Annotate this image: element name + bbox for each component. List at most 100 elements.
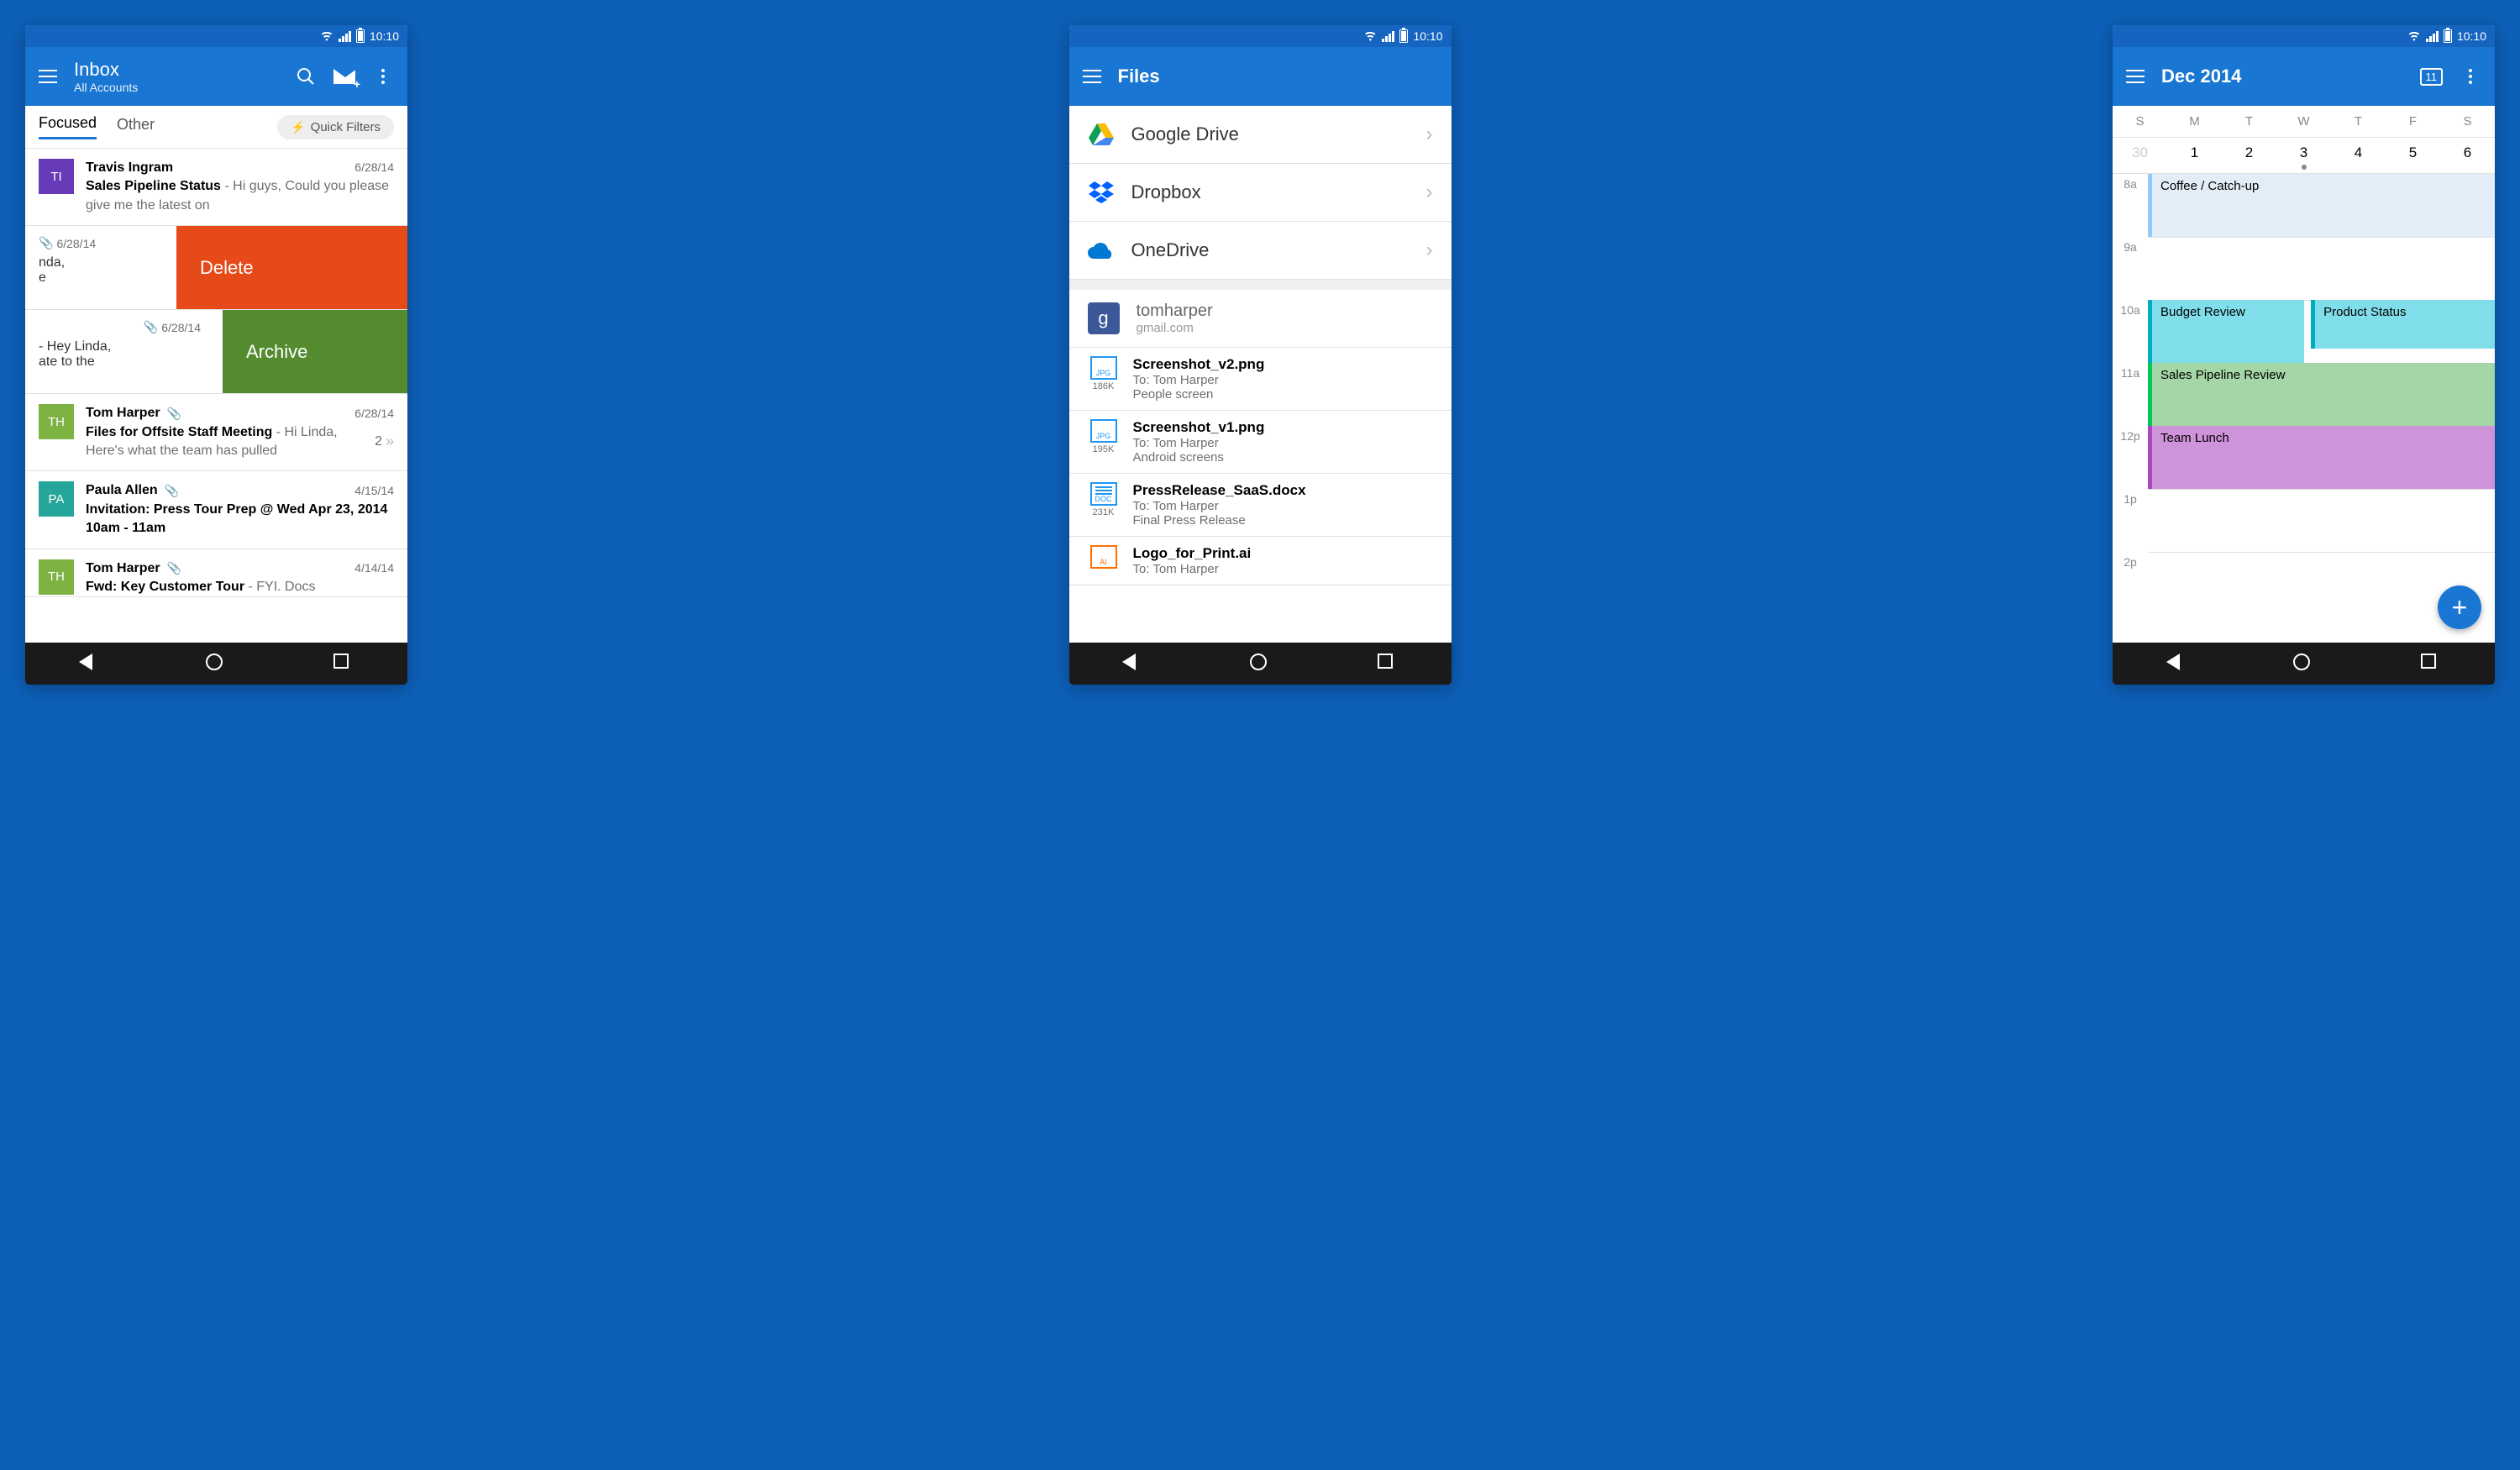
back-button[interactable] (1122, 654, 1142, 674)
home-button[interactable] (2293, 654, 2313, 674)
file-item[interactable]: JPG195K Screenshot_v1.pngTo: Tom HarperA… (1069, 411, 1452, 474)
service-dropbox[interactable]: Dropbox› (1069, 164, 1452, 222)
email-from: Tom Harper (86, 559, 160, 578)
home-button[interactable] (1250, 654, 1270, 674)
onedrive-icon (1088, 237, 1115, 264)
file-size: 186K (1093, 381, 1115, 391)
jpg-icon: JPG (1090, 356, 1117, 380)
email-subject: Files for Offsite Staff Meeting (86, 425, 272, 439)
recent-button[interactable] (333, 654, 354, 674)
home-button[interactable] (206, 654, 226, 674)
file-to: To: Tom Harper (1133, 436, 1265, 450)
week-row[interactable]: 30 1 2 3 4 5 6 (2113, 138, 2495, 174)
email-item[interactable]: TI Travis Ingram6/28/14 Sales Pipeline S… (25, 149, 407, 226)
compose-icon[interactable]: + (333, 66, 355, 87)
email-item[interactable]: TH Tom Harper📎6/28/14 Files for Offsite … (25, 394, 407, 471)
attachment-icon: 📎 (39, 236, 53, 250)
delete-action[interactable]: Delete (176, 226, 407, 309)
avatar: TI (39, 159, 74, 194)
date-cell[interactable]: 6 (2440, 144, 2495, 161)
calendar-event[interactable]: Product Status (2311, 300, 2495, 349)
service-onedrive[interactable]: OneDrive› (1069, 222, 1452, 280)
menu-icon[interactable] (39, 70, 57, 83)
hour-label: 2p (2113, 552, 2148, 615)
status-time: 10:10 (370, 29, 399, 43)
overflow-icon[interactable] (372, 66, 394, 87)
file-desc: Final Press Release (1133, 513, 1306, 528)
jpg-icon: JPG (1090, 419, 1117, 443)
attachment-icon: 📎 (167, 560, 181, 577)
email-list[interactable]: TI Travis Ingram6/28/14 Sales Pipeline S… (25, 149, 407, 643)
email-date: 6/28/14 (56, 237, 96, 250)
calendar-event[interactable]: Team Lunch (2148, 426, 2495, 489)
date-cell[interactable]: 2 (2222, 144, 2276, 161)
email-from: Paula Allen (86, 481, 158, 500)
email-preview: - FYI. Docs (244, 580, 315, 594)
hour-label: 9a (2113, 237, 2148, 300)
page-title: Files (1118, 66, 1438, 87)
battery-icon (2444, 29, 2452, 43)
today-badge[interactable]: 11 (2420, 68, 2444, 86)
file-item[interactable]: AI Logo_for_Print.aiTo: Tom Harper (1069, 537, 1452, 585)
email-date: 6/28/14 (354, 160, 394, 176)
attachment-icon: 📎 (167, 406, 181, 423)
app-bar: Inbox All Accounts + (25, 47, 407, 106)
status-bar: 10:10 (2113, 25, 2495, 47)
page-subtitle: All Accounts (74, 81, 278, 94)
email-item-swiped[interactable]: 📎6/28/14 - Hey Linda, ate to the Archive (25, 310, 407, 394)
archive-action[interactable]: Archive (223, 310, 407, 393)
email-item-swiped[interactable]: 📎6/28/14 nda, e Delete (25, 226, 407, 310)
files-list[interactable]: Google Drive› Dropbox› OneDrive› g tomha… (1069, 106, 1452, 643)
menu-icon[interactable] (2126, 70, 2145, 83)
calendar-event[interactable]: Sales Pipeline Review (2148, 363, 2495, 426)
ai-icon: AI (1090, 545, 1117, 569)
tab-row: Focused Other Quick Filters (25, 106, 407, 149)
menu-icon[interactable] (1083, 70, 1101, 83)
page-title: Dec 2014 (2161, 66, 2403, 87)
day-view[interactable]: 8a9a10a11a12p1p2p Coffee / Catch-upBudge… (2113, 174, 2495, 643)
doc-icon: DOC (1090, 482, 1117, 506)
status-time: 10:10 (1413, 29, 1442, 43)
service-google-drive[interactable]: Google Drive› (1069, 106, 1452, 164)
calendar-event[interactable]: Coffee / Catch-up (2148, 174, 2495, 237)
date-cell[interactable]: 4 (2331, 144, 2386, 161)
tab-focused[interactable]: Focused (39, 114, 97, 139)
wifi-icon (1363, 31, 1377, 41)
quick-filters-button[interactable]: Quick Filters (277, 115, 394, 139)
date-cell[interactable]: 30 (2113, 144, 2167, 161)
file-item[interactable]: DOC231K PressRelease_SaaS.docxTo: Tom Ha… (1069, 474, 1452, 537)
date-cell[interactable]: 5 (2386, 144, 2440, 161)
recent-button[interactable] (1378, 654, 1398, 674)
hour-label: 11a (2113, 363, 2148, 426)
date-cell[interactable]: 1 (2167, 144, 2222, 161)
back-button[interactable] (79, 654, 99, 674)
email-item[interactable]: TH Tom Harper📎4/14/14 Fwd: Key Customer … (25, 549, 407, 598)
status-time: 10:10 (2457, 29, 2486, 43)
google-icon: g (1088, 302, 1120, 334)
nav-bar (1069, 643, 1452, 685)
email-item[interactable]: PA Paula Allen📎4/15/14 Invitation: Press… (25, 471, 407, 549)
back-button[interactable] (2166, 654, 2187, 674)
email-date: 6/28/14 (354, 406, 394, 423)
file-name: PressRelease_SaaS.docx (1133, 482, 1306, 499)
date-cell-selected[interactable]: 3 (2276, 144, 2331, 161)
status-bar: 10:10 (25, 25, 407, 47)
nav-bar (25, 643, 407, 685)
chevron-right-icon: › (1426, 239, 1433, 262)
file-size: 195K (1093, 444, 1115, 454)
wifi-icon (2407, 31, 2421, 41)
overflow-icon[interactable] (2460, 66, 2481, 87)
account-header[interactable]: g tomharpergmail.com (1069, 290, 1452, 348)
email-subject: Fwd: Key Customer Tour (86, 580, 244, 594)
recent-button[interactable] (2421, 654, 2441, 674)
file-to: To: Tom Harper (1133, 499, 1306, 513)
calendar-event[interactable]: Budget Review (2148, 300, 2304, 363)
signal-icon (1382, 31, 1394, 42)
file-item[interactable]: JPG186K Screenshot_v2.pngTo: Tom HarperP… (1069, 348, 1452, 411)
chevron-right-icon: › (1426, 181, 1433, 204)
search-icon[interactable] (295, 66, 317, 87)
add-event-fab[interactable]: + (2438, 585, 2481, 629)
attachment-icon: 📎 (165, 483, 179, 500)
email-count: 2 (375, 433, 382, 451)
tab-other[interactable]: Other (117, 116, 155, 139)
